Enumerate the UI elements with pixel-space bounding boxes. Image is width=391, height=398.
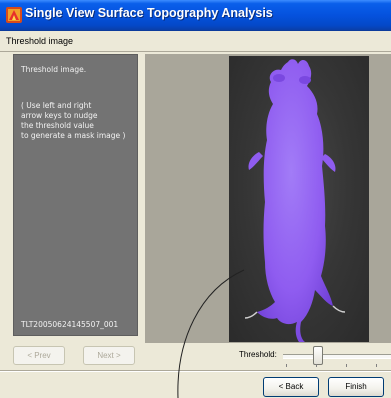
image-filename: TLT20050624145507_001 xyxy=(21,320,119,329)
slider-tick xyxy=(286,364,287,367)
step-header-label: Threshold image xyxy=(6,36,74,46)
slider-tick xyxy=(376,364,377,367)
step-header: Threshold image xyxy=(0,31,391,52)
window-title: Single View Surface Topography Analysis xyxy=(25,6,273,20)
instruction-line: ( Use left and right xyxy=(21,101,92,110)
prev-button[interactable]: < Prev xyxy=(13,346,65,365)
threshold-label: Threshold: xyxy=(239,350,277,359)
instruction-line: arrow keys to nudge xyxy=(21,111,98,120)
instruction-line: to generate a mask image ) xyxy=(21,131,126,140)
back-button[interactable]: < Back xyxy=(263,377,319,397)
slider-tick xyxy=(316,364,317,367)
finish-button[interactable]: Finish xyxy=(328,377,384,397)
app-logo-icon xyxy=(6,7,22,23)
threshold-mask-image[interactable] xyxy=(229,56,369,342)
footer-divider-highlight xyxy=(0,371,391,372)
threshold-slider-track[interactable] xyxy=(283,354,391,359)
next-button[interactable]: Next > xyxy=(83,346,135,365)
instructions-panel: Threshold image. ( Use left and right ar… xyxy=(13,54,138,336)
threshold-slider-thumb[interactable] xyxy=(313,346,323,365)
instruction-line: the threshold value xyxy=(21,121,94,130)
image-viewer[interactable] xyxy=(145,54,391,343)
title-bar[interactable]: Single View Surface Topography Analysis xyxy=(0,0,391,31)
slider-tick xyxy=(346,364,347,367)
instruction-title: Threshold image. xyxy=(21,65,87,74)
mouse-mask-graphic xyxy=(244,59,346,342)
app-window: Single View Surface Topography Analysis … xyxy=(0,0,391,398)
